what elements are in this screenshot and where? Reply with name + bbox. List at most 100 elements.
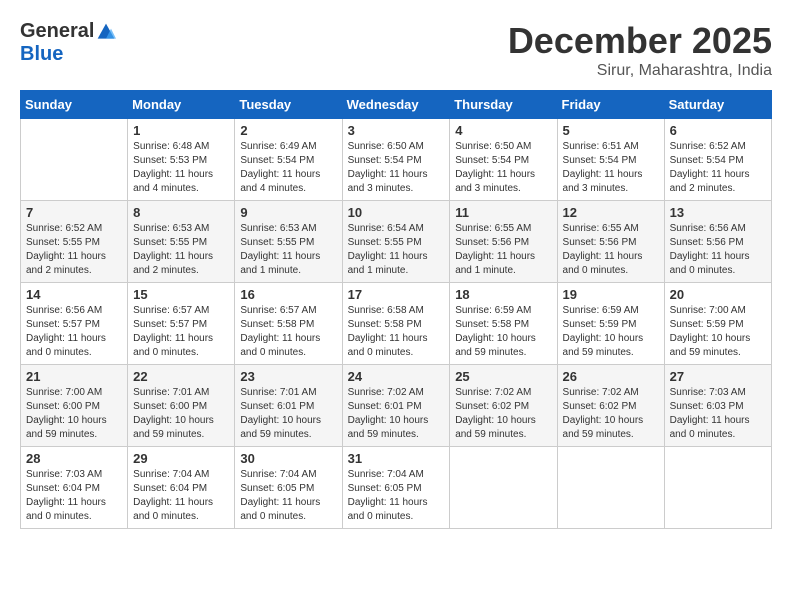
table-row: 28 Sunrise: 7:03 AMSunset: 6:04 PMDayligh…	[21, 447, 128, 529]
day-number: 18	[455, 287, 551, 302]
calendar-week-4: 21Sunrise: 7:00 AMSunset: 6:00 PMDayligh…	[21, 365, 772, 447]
cell-info: Sunrise: 7:01 AMSunset: 6:01 PMDaylight:…	[240, 386, 336, 442]
table-row	[557, 447, 664, 529]
col-monday: Monday	[128, 91, 235, 119]
cell-info: Sunrise: 6:53 AMSunset: 5:55 PMDaylight:…	[240, 222, 336, 278]
day-number: 5	[563, 123, 659, 138]
table-row	[21, 119, 128, 201]
cell-info: Sunrise: 6:56 AMSunset: 5:57 PMDaylight:…	[26, 304, 122, 360]
table-row	[664, 447, 771, 529]
cell-info: Sunrise: 7:01 AMSunset: 6:00 PMDaylight:…	[133, 386, 229, 442]
calendar-week-1: 1Sunrise: 6:48 AMSunset: 5:53 PMDaylight…	[21, 119, 772, 201]
cell-info: Sunrise: 7:03 AMSunset: 6:03 PMDaylight:…	[670, 386, 766, 442]
table-row: 30Sunrise: 7:04 AMSunset: 6:05 PMDayligh…	[235, 447, 342, 529]
day-number: 27	[670, 369, 766, 384]
cell-info: Sunrise: 6:55 AMSunset: 5:56 PMDaylight:…	[563, 222, 659, 278]
table-row: 25 Sunrise: 7:02 AMSunset: 6:02 PMDayligh…	[450, 365, 557, 447]
col-sunday: Sunday	[21, 91, 128, 119]
table-row: 14Sunrise: 6:56 AMSunset: 5:57 PMDayligh…	[21, 283, 128, 365]
day-number: 7	[26, 205, 122, 220]
cell-info: Sunrise: 7:02 AMSunset: 6:02 PMDaylight:…	[563, 386, 659, 442]
cell-info: Sunrise: 7:02 AMSunset: 6:01 PMDaylight:…	[348, 386, 445, 442]
day-number: 10	[348, 205, 445, 220]
table-row: 26 Sunrise: 7:02 AMSunset: 6:02 PMDayligh…	[557, 365, 664, 447]
title-block: December 2025 Sirur, Maharashtra, India	[508, 20, 772, 80]
table-row: 6Sunrise: 6:52 AMSunset: 5:54 PMDaylight…	[664, 119, 771, 201]
logo-icon	[96, 22, 116, 42]
cell-info: Sunrise: 6:58 AMSunset: 5:58 PMDaylight:…	[348, 304, 445, 360]
calendar-week-2: 7 Sunrise: 6:52 AMSunset: 5:55 PMDaylight…	[21, 201, 772, 283]
cell-info: Sunrise: 6:48 AMSunset: 5:53 PMDaylight:…	[133, 140, 229, 196]
table-row: 20Sunrise: 7:00 AMSunset: 5:59 PMDayligh…	[664, 283, 771, 365]
table-row: 17 Sunrise: 6:58 AMSunset: 5:58 PMDayligh…	[342, 283, 450, 365]
day-number: 28	[26, 451, 122, 466]
table-row	[450, 447, 557, 529]
table-row: 1Sunrise: 6:48 AMSunset: 5:53 PMDaylight…	[128, 119, 235, 201]
table-row: 31Sunrise: 7:04 AMSunset: 6:05 PMDayligh…	[342, 447, 450, 529]
day-number: 22	[133, 369, 229, 384]
table-row: 15Sunrise: 6:57 AMSunset: 5:57 PMDayligh…	[128, 283, 235, 365]
table-row: 5Sunrise: 6:51 AMSunset: 5:54 PMDaylight…	[557, 119, 664, 201]
day-number: 12	[563, 205, 659, 220]
day-number: 15	[133, 287, 229, 302]
calendar-week-3: 14Sunrise: 6:56 AMSunset: 5:57 PMDayligh…	[21, 283, 772, 365]
day-number: 8	[133, 205, 229, 220]
day-number: 31	[348, 451, 445, 466]
table-row: 13 Sunrise: 6:56 AMSunset: 5:56 PMDayligh…	[664, 201, 771, 283]
col-wednesday: Wednesday	[342, 91, 450, 119]
day-number: 6	[670, 123, 766, 138]
logo-general: General	[20, 20, 94, 43]
day-number: 29	[133, 451, 229, 466]
cell-info: Sunrise: 7:04 AMSunset: 6:05 PMDaylight:…	[240, 468, 336, 524]
cell-info: Sunrise: 7:02 AMSunset: 6:02 PMDaylight:…	[455, 386, 551, 442]
cell-info: Sunrise: 6:50 AMSunset: 5:54 PMDaylight:…	[455, 140, 551, 196]
cell-info: Sunrise: 7:00 AMSunset: 5:59 PMDaylight:…	[670, 304, 766, 360]
col-saturday: Saturday	[664, 91, 771, 119]
day-number: 9	[240, 205, 336, 220]
day-number: 16	[240, 287, 336, 302]
table-row: 4 Sunrise: 6:50 AMSunset: 5:54 PMDaylight…	[450, 119, 557, 201]
table-row: 21Sunrise: 7:00 AMSunset: 6:00 PMDayligh…	[21, 365, 128, 447]
cell-info: Sunrise: 6:53 AMSunset: 5:55 PMDaylight:…	[133, 222, 229, 278]
day-number: 19	[563, 287, 659, 302]
cell-info: Sunrise: 6:56 AMSunset: 5:56 PMDaylight:…	[670, 222, 766, 278]
day-number: 26	[563, 369, 659, 384]
table-row: 23 Sunrise: 7:01 AMSunset: 6:01 PMDayligh…	[235, 365, 342, 447]
table-row: 2 Sunrise: 6:49 AMSunset: 5:54 PMDaylight…	[235, 119, 342, 201]
page-header: General Blue December 2025 Sirur, Mahara…	[20, 20, 772, 80]
col-friday: Friday	[557, 91, 664, 119]
day-number: 3	[348, 123, 445, 138]
table-row: 19Sunrise: 6:59 AMSunset: 5:59 PMDayligh…	[557, 283, 664, 365]
cell-info: Sunrise: 7:04 AMSunset: 6:04 PMDaylight:…	[133, 468, 229, 524]
table-row: 16 Sunrise: 6:57 AMSunset: 5:58 PMDayligh…	[235, 283, 342, 365]
day-number: 25	[455, 369, 551, 384]
cell-info: Sunrise: 6:57 AMSunset: 5:58 PMDaylight:…	[240, 304, 336, 360]
table-row: 8 Sunrise: 6:53 AMSunset: 5:55 PMDaylight…	[128, 201, 235, 283]
day-number: 24	[348, 369, 445, 384]
cell-info: Sunrise: 6:49 AMSunset: 5:54 PMDaylight:…	[240, 140, 336, 196]
cell-info: Sunrise: 7:03 AMSunset: 6:04 PMDaylight:…	[26, 468, 122, 524]
day-number: 23	[240, 369, 336, 384]
calendar-table: Sunday Monday Tuesday Wednesday Thursday…	[20, 90, 772, 529]
table-row: 22 Sunrise: 7:01 AMSunset: 6:00 PMDayligh…	[128, 365, 235, 447]
day-number: 2	[240, 123, 336, 138]
cell-info: Sunrise: 6:52 AMSunset: 5:55 PMDaylight:…	[26, 222, 122, 278]
cell-info: Sunrise: 6:55 AMSunset: 5:56 PMDaylight:…	[455, 222, 551, 278]
header-row: Sunday Monday Tuesday Wednesday Thursday…	[21, 91, 772, 119]
table-row: 9 Sunrise: 6:53 AMSunset: 5:55 PMDaylight…	[235, 201, 342, 283]
logo: General Blue	[20, 20, 116, 66]
table-row: 11 Sunrise: 6:55 AMSunset: 5:56 PMDayligh…	[450, 201, 557, 283]
day-number: 4	[455, 123, 551, 138]
cell-info: Sunrise: 6:59 AMSunset: 5:58 PMDaylight:…	[455, 304, 551, 360]
col-thursday: Thursday	[450, 91, 557, 119]
table-row: 24 Sunrise: 7:02 AMSunset: 6:01 PMDayligh…	[342, 365, 450, 447]
day-number: 11	[455, 205, 551, 220]
logo-blue: Blue	[20, 43, 63, 65]
table-row: 7 Sunrise: 6:52 AMSunset: 5:55 PMDaylight…	[21, 201, 128, 283]
day-number: 13	[670, 205, 766, 220]
table-row: 3Sunrise: 6:50 AMSunset: 5:54 PMDaylight…	[342, 119, 450, 201]
table-row: 18 Sunrise: 6:59 AMSunset: 5:58 PMDayligh…	[450, 283, 557, 365]
day-number: 21	[26, 369, 122, 384]
day-number: 17	[348, 287, 445, 302]
location: Sirur, Maharashtra, India	[508, 62, 772, 80]
